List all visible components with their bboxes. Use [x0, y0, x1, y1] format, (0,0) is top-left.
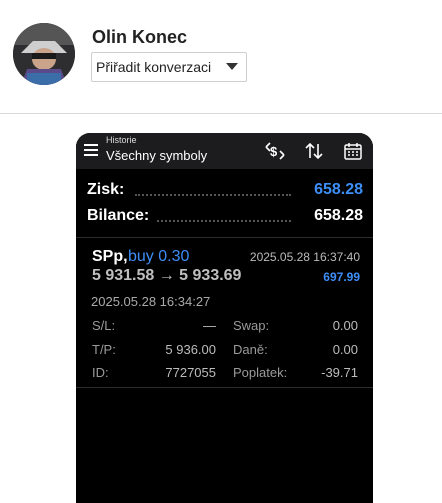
balance-label: Bilance: — [87, 207, 150, 224]
svg-text:$: $ — [270, 144, 278, 159]
balance-value: 658.28 — [314, 207, 363, 224]
conversation-header: Olin Konec Přiřadit konverzaci — [0, 0, 442, 113]
sl-label: S/L: — [92, 318, 116, 333]
screen-subtitle: Historie — [106, 135, 137, 145]
tp-value: 5 936.00 — [165, 342, 216, 357]
deal-prices: 5 931.58 → 5 933.69 — [92, 267, 242, 284]
avatar[interactable] — [13, 23, 75, 85]
sl-value: — — [203, 318, 216, 333]
calendar-icon[interactable] — [342, 140, 364, 162]
assign-label: Přiřadit konverzaci — [96, 59, 212, 75]
sort-icon[interactable] — [303, 140, 325, 162]
swap-label: Swap: — [233, 318, 270, 333]
user-name: Olin Konec — [92, 27, 188, 47]
taxes-label: Daně: — [233, 342, 268, 357]
menu-icon[interactable] — [84, 144, 98, 156]
fee-value: -39.71 — [321, 365, 358, 380]
chevron-down-icon — [226, 63, 238, 70]
deal-symbol: SPp, — [92, 248, 128, 265]
trade-history-screenshot: Historie Všechny symboly $ Zisk: 658.28 … — [76, 133, 373, 503]
balance-row: Bilance: 658.28 — [87, 207, 363, 227]
taxes-value: 0.00 — [332, 342, 358, 357]
deal-open-time: 2025.05.28 16:34:27 — [91, 294, 211, 309]
profit-value: 658.28 — [314, 181, 363, 198]
swap-value: 0.00 — [332, 318, 358, 333]
separator — [76, 237, 373, 238]
id-value: 7727055 — [165, 365, 216, 380]
profit-row: Zisk: 658.28 — [87, 181, 363, 201]
deal-profit: 697.99 — [323, 270, 360, 284]
separator — [76, 387, 373, 388]
deal-close-time: 2025.05.28 16:37:40 — [249, 250, 360, 264]
id-label: ID: — [92, 365, 109, 380]
app-top-bar: Historie Všechny symboly $ — [76, 133, 373, 169]
assign-conversation-dropdown[interactable]: Přiřadit konverzaci — [91, 52, 247, 82]
fee-label: Poplatek: — [233, 365, 288, 380]
tp-label: T/P: — [92, 342, 116, 357]
deal-direction: buy 0.30 — [128, 248, 190, 265]
dotted-leader — [157, 220, 291, 222]
divider — [0, 113, 442, 114]
profit-label: Zisk: — [87, 181, 125, 198]
screen-title: Všechny symboly — [106, 148, 208, 163]
dollar-exchange-icon[interactable]: $ — [264, 140, 286, 162]
dotted-leader — [135, 194, 291, 196]
